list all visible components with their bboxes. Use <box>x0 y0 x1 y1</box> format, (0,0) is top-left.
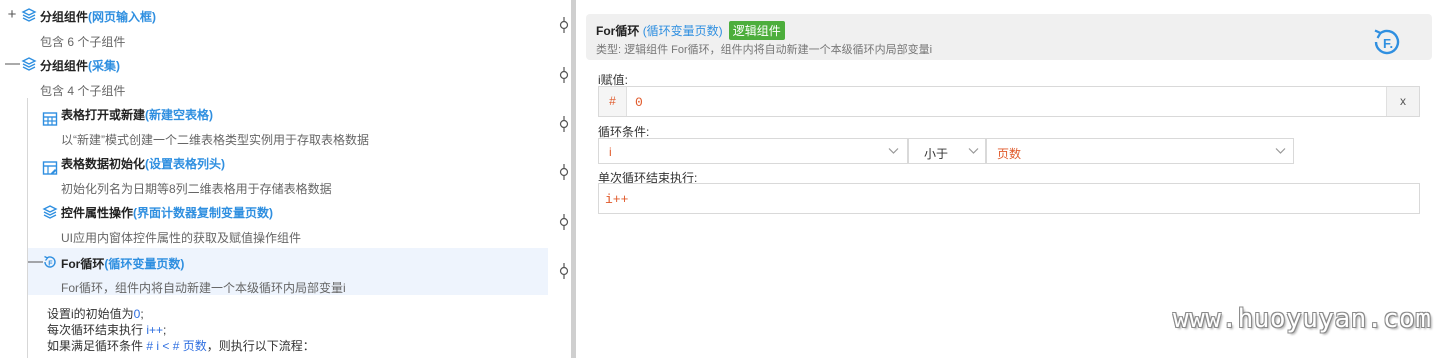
code-text: ; <box>163 323 167 337</box>
collapse-toggle[interactable]: — <box>5 56 20 71</box>
code-text: 如果满足循环条件 <box>47 339 147 353</box>
node-title-text: 表格打开或新建 <box>61 108 146 122</box>
svg-text:F: F <box>48 260 53 267</box>
node-subtitle: UI应用内窗体控件属性的获取及赋值操作组件 <box>61 231 302 245</box>
component-tree: + 分组组件(网页输入框) 包含 6 个子组件 — 分组组件(采集) 包含 4 … <box>0 0 548 358</box>
node-subtitle: 包含 6 个子组件 <box>40 35 126 49</box>
node-title-text: For循环 <box>61 257 105 271</box>
number-type-marker: # <box>599 87 627 116</box>
node-subtitle: 以“新建”模式创建一个二维表格类型实例用于存取表格数据 <box>61 133 369 147</box>
loop-code-line-1: 设置i的初始值为0; <box>47 305 144 322</box>
chevron-down-icon <box>1275 148 1286 154</box>
panel-splitter[interactable] <box>571 0 576 358</box>
detail-title: For循环 (循环变量页数) 逻辑组件 <box>596 21 785 40</box>
code-text: 每次循环结束执行 <box>47 323 147 337</box>
node-title-text: 分组组件 <box>40 10 89 24</box>
condition-variable-value: i <box>609 145 612 159</box>
table-icon <box>42 112 58 126</box>
node-subtitle: For循环，组件内将自动新建一个本级循环内局部变量i <box>61 281 346 295</box>
component-type-badge: 逻辑组件 <box>728 21 785 40</box>
detail-title-text: For循环 <box>596 24 640 38</box>
svg-text:F.: F. <box>1383 36 1393 51</box>
pin-icon[interactable] <box>557 67 571 83</box>
pin-icon[interactable] <box>557 164 571 180</box>
for-loop-icon: F. <box>1374 29 1400 55</box>
init-value[interactable]: 0 <box>635 95 643 110</box>
node-title: 表格打开或新建(新建空表格) <box>61 106 213 123</box>
code-value: i++ <box>146 323 164 337</box>
node-title: For循环(循环变量页数) <box>61 255 184 272</box>
condition-operator-select[interactable]: 小于 <box>908 138 986 164</box>
breakpoint-column <box>556 0 572 358</box>
code-text: ，则执行以下流程： <box>206 339 315 353</box>
condition-variable-select[interactable]: i <box>598 138 908 164</box>
detail-title-paren: (循环变量页数) <box>642 24 723 38</box>
node-title: 分组组件(网页输入框) <box>40 8 156 25</box>
node-title-paren: (新建空表格) <box>145 108 214 122</box>
detail-header: For循环 (循环变量页数) 逻辑组件 类型: 逻辑组件 For循环，组件内将自动… <box>586 14 1432 60</box>
tree-guide-line <box>27 98 28 358</box>
pin-icon[interactable] <box>557 263 571 279</box>
step-expression-field[interactable]: i++ <box>598 183 1420 214</box>
layers-icon <box>42 205 58 219</box>
code-value: # i < # 页数 <box>146 339 207 353</box>
node-title-paren: (循环变量页数) <box>104 257 185 271</box>
condition-operator-value: 小于 <box>924 147 949 161</box>
node-title-paren: (设置表格列头) <box>145 157 226 171</box>
node-title-text: 表格数据初始化 <box>61 157 146 171</box>
loop-icon: F <box>44 255 56 268</box>
node-title-text: 控件属性操作 <box>61 206 134 220</box>
init-value-field[interactable]: # 0 x <box>598 86 1420 117</box>
condition-target-select[interactable]: 页数 <box>986 138 1294 164</box>
layers-icon <box>21 8 37 22</box>
chevron-down-icon <box>888 148 899 154</box>
node-title-text: 分组组件 <box>40 59 89 73</box>
pin-icon[interactable] <box>557 214 571 230</box>
node-title: 控件属性操作(界面计数器复制变量页数) <box>61 204 273 221</box>
table-edit-icon <box>42 161 58 175</box>
code-text: ; <box>140 307 144 321</box>
node-subtitle: 初始化列名为日期等8列二维表格用于存储表格数据 <box>61 182 332 196</box>
watermark-text: www.huoyuyan.com <box>1173 304 1432 334</box>
node-title-paren: (界面计数器复制变量页数) <box>133 206 274 220</box>
collapse-toggle[interactable]: — <box>28 254 43 269</box>
node-title: 分组组件(采集) <box>40 57 120 74</box>
pin-icon[interactable] <box>557 116 571 132</box>
code-text: 设置i的初始值为 <box>47 307 134 321</box>
expand-toggle[interactable]: + <box>5 7 19 22</box>
loop-code-line-2: 每次循环结束执行 i++; <box>47 321 166 338</box>
loop-code-line-3: 如果满足循环条件 # i < # 页数，则执行以下流程： <box>47 337 315 354</box>
node-title: 表格数据初始化(设置表格列头) <box>61 155 225 172</box>
node-subtitle: 包含 4 个子组件 <box>40 84 126 98</box>
pin-icon[interactable] <box>557 17 571 33</box>
layers-icon <box>21 57 37 71</box>
chevron-down-icon <box>968 148 979 154</box>
node-title-paren: (网页输入框) <box>88 10 157 24</box>
clear-button[interactable]: x <box>1386 87 1419 116</box>
condition-target-value: 页数 <box>997 147 1022 161</box>
step-expression-value[interactable]: i++ <box>605 192 628 207</box>
detail-description: 类型: 逻辑组件 For循环，组件内将自动新建一个本级循环内局部变量i <box>596 44 933 56</box>
node-title-paren: (采集) <box>88 59 121 73</box>
